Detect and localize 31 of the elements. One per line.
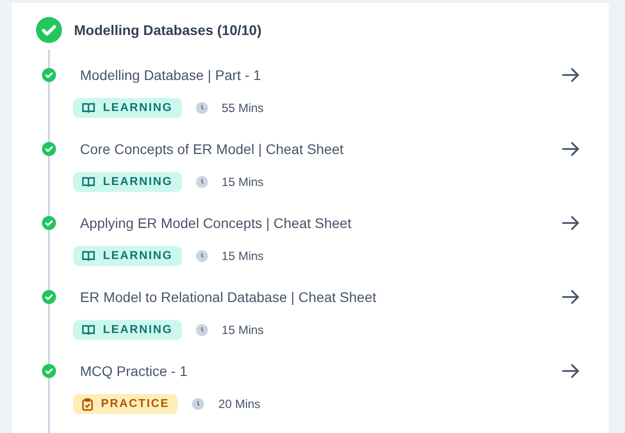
lesson-title[interactable]: Modelling Database | Part - 1 [80,67,561,83]
duration-text: 55 Mins [222,101,264,115]
duration-text: 15 Mins [222,175,264,189]
tag-label: LEARNING [103,176,173,188]
book-icon [82,176,95,188]
clipboard-icon [82,398,93,410]
tag-label: LEARNING [103,324,173,336]
book-icon [82,250,95,262]
clock-icon [196,324,208,336]
clock-icon [196,176,208,188]
lesson-title[interactable]: Core Concepts of ER Model | Cheat Sheet [80,141,561,157]
duration-text: 15 Mins [222,249,264,263]
book-icon [82,324,95,336]
lesson-title[interactable]: Applying ER Model Concepts | Cheat Sheet [80,215,561,231]
module-title: Modelling Databases (10/10) [74,22,262,38]
arrow-right-icon[interactable] [561,361,581,381]
arrow-right-icon[interactable] [561,287,581,307]
arrow-right-icon[interactable] [561,213,581,233]
tag-label: PRACTICE [101,398,170,410]
lesson-title[interactable]: MCQ Practice - 1 [80,363,561,379]
clock-icon [196,102,208,114]
book-icon [82,102,95,114]
tag-label: LEARNING [103,102,173,114]
tag-label: LEARNING [103,250,173,262]
clock-icon [192,398,204,410]
duration-text: 20 Mins [218,397,260,411]
duration-text: 15 Mins [222,323,264,337]
arrow-right-icon[interactable] [561,65,581,85]
lesson-title[interactable]: ER Model to Relational Database | Cheat Sheet [80,289,561,305]
arrow-right-icon[interactable] [561,139,581,159]
clock-icon [196,250,208,262]
